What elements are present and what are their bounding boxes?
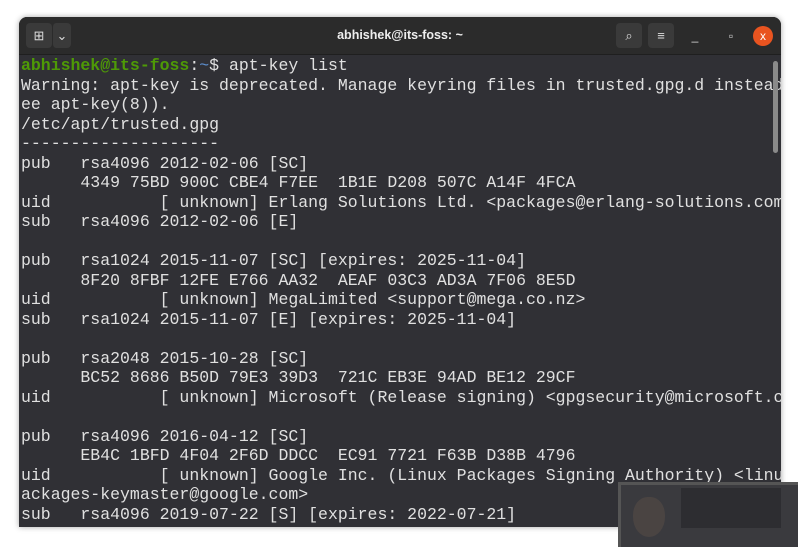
watermark-logo (618, 482, 798, 547)
output-line: Warning: apt-key is deprecated. Manage k… (21, 75, 781, 95)
prompt-path: ~ (199, 56, 210, 75)
prompt-symbol: $ (209, 56, 229, 75)
terminal-window: ⊞ ⌄ abhishek@its-foss: ~ ⌕ ≡ _ ▫ x abhis… (19, 17, 781, 527)
command: apt-key list (228, 56, 348, 75)
logo-icon (633, 497, 665, 537)
prompt-line: abhishek@its-foss:~$ apt-key list (21, 56, 781, 76)
output-line: ee apt-key(8)). (21, 95, 170, 114)
output-line: -------------------- (21, 134, 220, 153)
output-line: EB4C 1BFD 4F04 2F6D DDCC EC91 7721 F63B … (21, 446, 576, 465)
prompt-user: abhishek@its-foss (21, 56, 190, 75)
maximize-button[interactable]: ▫ (721, 26, 741, 46)
minimize-button[interactable]: _ (685, 26, 705, 46)
terminal-output[interactable]: abhishek@its-foss:~$ apt-key list Warning… (19, 55, 781, 527)
output-line: BC52 8686 B50D 79E3 39D3 721C EB3E 94AD … (21, 368, 576, 387)
menu-button[interactable]: ≡ (648, 23, 674, 48)
output-line: uid [ unknown] MegaLimited <support@mega… (21, 290, 586, 309)
output-line: pub rsa2048 2015-10-28 [SC] (21, 348, 309, 368)
output-line: /etc/apt/trusted.gpg (21, 114, 220, 134)
prompt-separator: : (189, 56, 200, 75)
output-line: sub rsa1024 2015-11-07 [E] [expires: 202… (21, 309, 517, 329)
output-line: uid [ unknown] Erlang Solutions Ltd. <pa… (21, 192, 781, 212)
hamburger-icon: ≡ (657, 28, 665, 43)
output-line: pub rsa4096 2016-04-12 [SC] (21, 426, 309, 446)
output-line: sub rsa4096 2012-02-06 [E] (21, 212, 299, 231)
search-icon: ⌕ (625, 27, 633, 43)
output-line: 8F20 8FBF 12FE E766 AA32 AEAF 03C3 AD3A … (21, 270, 576, 290)
output-line: pub rsa1024 2015-11-07 [SC] [expires: 20… (21, 251, 526, 270)
output-line: uid [ unknown] Microsoft (Release signin… (21, 387, 781, 407)
output-line: 4349 75BD 900C CBE4 F7EE 1B1E D208 507C … (21, 173, 576, 192)
search-button[interactable]: ⌕ (616, 23, 642, 48)
output-line: pub rsa4096 2012-02-06 [SC] (21, 153, 309, 173)
title-bar: ⊞ ⌄ abhishek@its-foss: ~ ⌕ ≡ _ ▫ x (19, 17, 781, 55)
command-output: Warning: apt-key is deprecated. Manage k… (21, 76, 781, 525)
close-button[interactable]: x (753, 26, 773, 46)
scrollbar[interactable] (773, 61, 778, 153)
